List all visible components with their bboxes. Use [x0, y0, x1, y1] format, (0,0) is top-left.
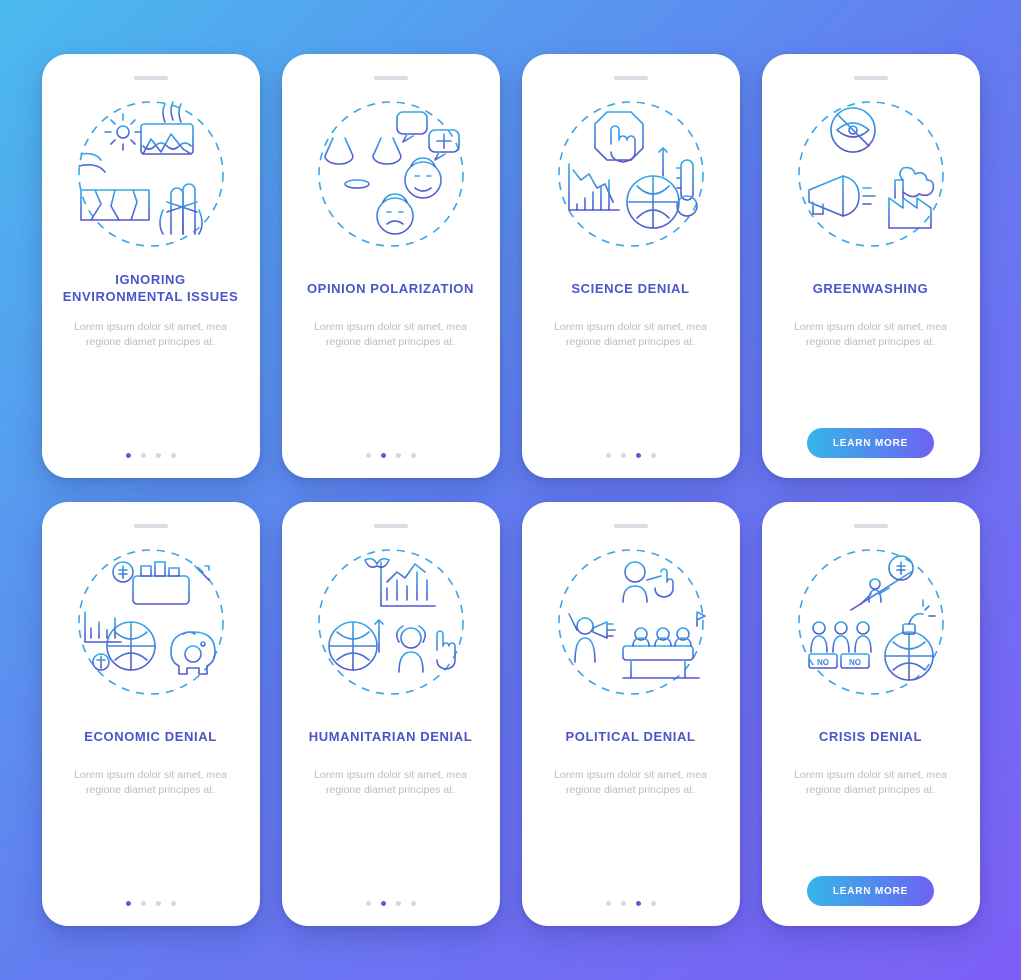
svg-text:NO: NO: [849, 658, 861, 667]
card-title: SCIENCE DENIAL: [571, 272, 689, 306]
card-description: Lorem ipsum dolor sit amet, mea regione …: [60, 768, 242, 798]
phone-card-political: POLITICAL DENIAL Lorem ipsum dolor sit a…: [522, 502, 740, 926]
card-description: Lorem ipsum dolor sit amet, mea regione …: [780, 320, 962, 350]
dot[interactable]: [636, 901, 641, 906]
phone-speaker: [854, 76, 888, 80]
illustration-economic-icon: [71, 542, 231, 702]
card-description: Lorem ipsum dolor sit amet, mea regione …: [300, 320, 482, 350]
dot[interactable]: [366, 453, 371, 458]
card-description: Lorem ipsum dolor sit amet, mea regione …: [540, 768, 722, 798]
dot[interactable]: [141, 901, 146, 906]
dot[interactable]: [126, 453, 131, 458]
phone-row-1: IGNORING ENVIRONMENTAL ISSUES Lorem ipsu…: [42, 54, 980, 478]
dot[interactable]: [156, 453, 161, 458]
dot[interactable]: [381, 453, 386, 458]
phone-card-greenwashing: GREENWASHING Lorem ipsum dolor sit amet,…: [762, 54, 980, 478]
dot[interactable]: [411, 901, 416, 906]
page-indicator: [366, 901, 416, 906]
phone-row-2: ECONOMIC DENIAL Lorem ipsum dolor sit am…: [42, 502, 980, 926]
dot[interactable]: [171, 901, 176, 906]
dot[interactable]: [171, 453, 176, 458]
illustration-opinion-icon: [311, 94, 471, 254]
dot[interactable]: [606, 453, 611, 458]
dot[interactable]: [141, 453, 146, 458]
page-indicator: [606, 901, 656, 906]
illustration-political-icon: [551, 542, 711, 702]
phone-card-economic: ECONOMIC DENIAL Lorem ipsum dolor sit am…: [42, 502, 260, 926]
card-title: POLITICAL DENIAL: [566, 720, 696, 754]
dot[interactable]: [126, 901, 131, 906]
phone-card-crisis: NO NO CRISIS DENIAL Lorem ipsum dolor si…: [762, 502, 980, 926]
phone-speaker: [614, 76, 648, 80]
illustration-greenwashing-icon: [791, 94, 951, 254]
card-description: Lorem ipsum dolor sit amet, mea regione …: [780, 768, 962, 798]
phone-speaker: [134, 524, 168, 528]
card-title: GREENWASHING: [813, 272, 929, 306]
dot[interactable]: [366, 901, 371, 906]
phone-card-env: IGNORING ENVIRONMENTAL ISSUES Lorem ipsu…: [42, 54, 260, 478]
learn-more-button[interactable]: LEARN MORE: [807, 876, 934, 906]
svg-text:NO: NO: [817, 658, 829, 667]
learn-more-button[interactable]: LEARN MORE: [807, 428, 934, 458]
phone-speaker: [614, 524, 648, 528]
dot[interactable]: [621, 453, 626, 458]
phone-speaker: [854, 524, 888, 528]
card-description: Lorem ipsum dolor sit amet, mea regione …: [300, 768, 482, 798]
dot[interactable]: [156, 901, 161, 906]
phone-card-science: SCIENCE DENIAL Lorem ipsum dolor sit ame…: [522, 54, 740, 478]
illustration-crisis-icon: NO NO: [791, 542, 951, 702]
phone-card-humanitarian: HUMANITARIAN DENIAL Lorem ipsum dolor si…: [282, 502, 500, 926]
dot[interactable]: [651, 901, 656, 906]
card-title: OPINION POLARIZATION: [307, 272, 474, 306]
dot[interactable]: [621, 901, 626, 906]
dot[interactable]: [636, 453, 641, 458]
card-title: CRISIS DENIAL: [819, 720, 922, 754]
card-title: ECONOMIC DENIAL: [84, 720, 217, 754]
dot[interactable]: [381, 901, 386, 906]
dot[interactable]: [396, 453, 401, 458]
illustration-env-icon: [71, 94, 231, 254]
page-indicator: [606, 453, 656, 458]
card-title: HUMANITARIAN DENIAL: [309, 720, 473, 754]
dot[interactable]: [396, 901, 401, 906]
card-description: Lorem ipsum dolor sit amet, mea regione …: [60, 320, 242, 350]
phone-card-opinion: OPINION POLARIZATION Lorem ipsum dolor s…: [282, 54, 500, 478]
card-title: IGNORING ENVIRONMENTAL ISSUES: [60, 272, 242, 306]
phone-speaker: [374, 524, 408, 528]
dot[interactable]: [606, 901, 611, 906]
card-description: Lorem ipsum dolor sit amet, mea regione …: [540, 320, 722, 350]
page-indicator: [126, 453, 176, 458]
dot[interactable]: [651, 453, 656, 458]
illustration-humanitarian-icon: [311, 542, 471, 702]
page-indicator: [366, 453, 416, 458]
page-indicator: [126, 901, 176, 906]
illustration-science-icon: [551, 94, 711, 254]
phone-speaker: [134, 76, 168, 80]
dot[interactable]: [411, 453, 416, 458]
phone-speaker: [374, 76, 408, 80]
